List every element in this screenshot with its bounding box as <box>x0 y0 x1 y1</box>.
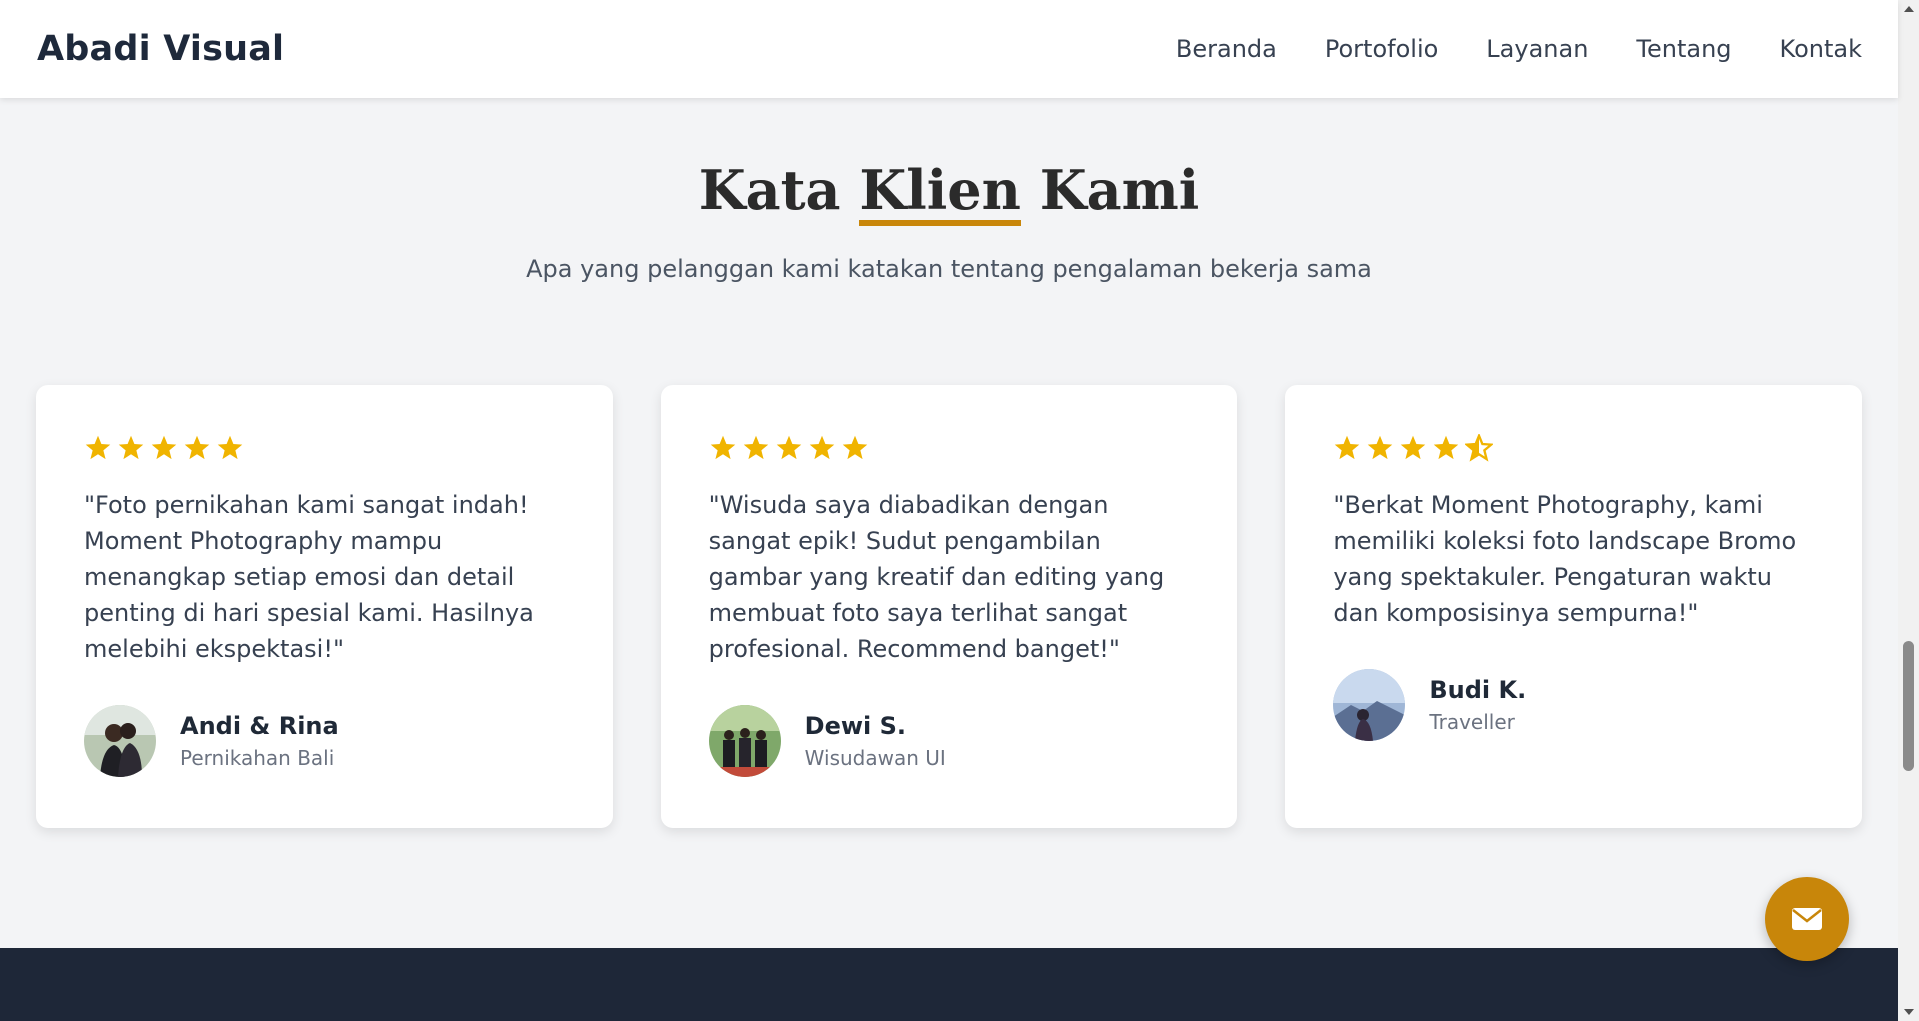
testimonial-list: "Foto pernikahan kami sangat indah! Mome… <box>36 385 1863 828</box>
rating-stars <box>709 433 1190 463</box>
avatar <box>1333 669 1406 741</box>
brand-logo[interactable]: Abadi Visual <box>37 29 284 69</box>
star-icon <box>776 435 801 460</box>
contact-fab-button[interactable] <box>1765 877 1849 961</box>
star-icon <box>217 435 243 460</box>
testimonial-author: Dewi S. Wisudawan UI <box>708 705 1190 777</box>
testimonial-quote: "Foto pernikahan kami sangat indah! Mome… <box>84 491 534 663</box>
star-icon <box>118 435 144 460</box>
section-title: Kata Klien Kami <box>0 158 1898 226</box>
nav-link-layanan[interactable]: Layanan <box>1486 35 1588 63</box>
testimonial-author: Budi K. Traveller <box>1333 669 1814 741</box>
testimonial-card: "Berkat Moment Photography, kami memilik… <box>1285 385 1863 828</box>
title-part-1: Kata <box>698 158 860 222</box>
nav-links: Beranda Portofolio Layanan Tentang Konta… <box>1176 35 1862 63</box>
rating-stars <box>1333 433 1814 463</box>
star-icon <box>1401 435 1426 460</box>
author-name: Budi K. <box>1429 676 1527 704</box>
star-icon <box>809 435 834 460</box>
nav-link-kontak[interactable]: Kontak <box>1780 35 1862 63</box>
nav-link-portofolio[interactable]: Portofolio <box>1325 35 1438 63</box>
envelope-icon <box>1792 908 1822 930</box>
navbar: Abadi Visual Beranda Portofolio Layanan … <box>0 0 1898 98</box>
scroll-down-arrow-icon[interactable] <box>1898 1004 1919 1021</box>
title-highlight: Klien <box>859 158 1021 226</box>
author-role: Pernikahan Bali <box>180 746 335 770</box>
star-icon <box>184 435 210 460</box>
testimonial-author: Andi & Rina Pernikahan Bali <box>84 705 565 777</box>
footer <box>0 948 1898 1021</box>
rating-stars <box>84 433 565 463</box>
star-icon <box>1368 435 1393 460</box>
testimonial-quote: "Berkat Moment Photography, kami memilik… <box>1333 491 1797 627</box>
star-icon <box>743 435 768 460</box>
star-icon <box>85 435 111 460</box>
section-subtitle: Apa yang pelanggan kami katakan tentang … <box>526 255 1372 283</box>
star-icon <box>1434 435 1459 460</box>
nav-link-beranda[interactable]: Beranda <box>1176 35 1277 63</box>
star-icon <box>842 435 867 460</box>
avatar <box>708 705 781 777</box>
scrollbar[interactable] <box>1898 0 1919 1021</box>
nav-link-tentang[interactable]: Tentang <box>1636 35 1731 63</box>
author-role: Traveller <box>1429 710 1515 734</box>
star-half-icon <box>1465 434 1494 462</box>
testimonial-quote: "Wisuda saya diabadikan dengan sangat ep… <box>708 491 1165 663</box>
scroll-thumb[interactable] <box>1903 641 1914 771</box>
testimonial-card: "Wisuda saya diabadikan dengan sangat ep… <box>660 385 1238 828</box>
star-icon <box>1335 435 1360 460</box>
author-role: Wisudawan UI <box>804 746 946 770</box>
star-icon <box>710 435 735 460</box>
author-name: Dewi S. <box>804 712 907 740</box>
title-part-2: Kami <box>1020 158 1200 222</box>
testimonial-card: "Foto pernikahan kami sangat indah! Mome… <box>36 385 613 828</box>
star-icon <box>151 435 177 460</box>
avatar <box>84 705 156 777</box>
scroll-up-arrow-icon[interactable] <box>1898 0 1919 17</box>
author-name: Andi & Rina <box>180 712 339 740</box>
